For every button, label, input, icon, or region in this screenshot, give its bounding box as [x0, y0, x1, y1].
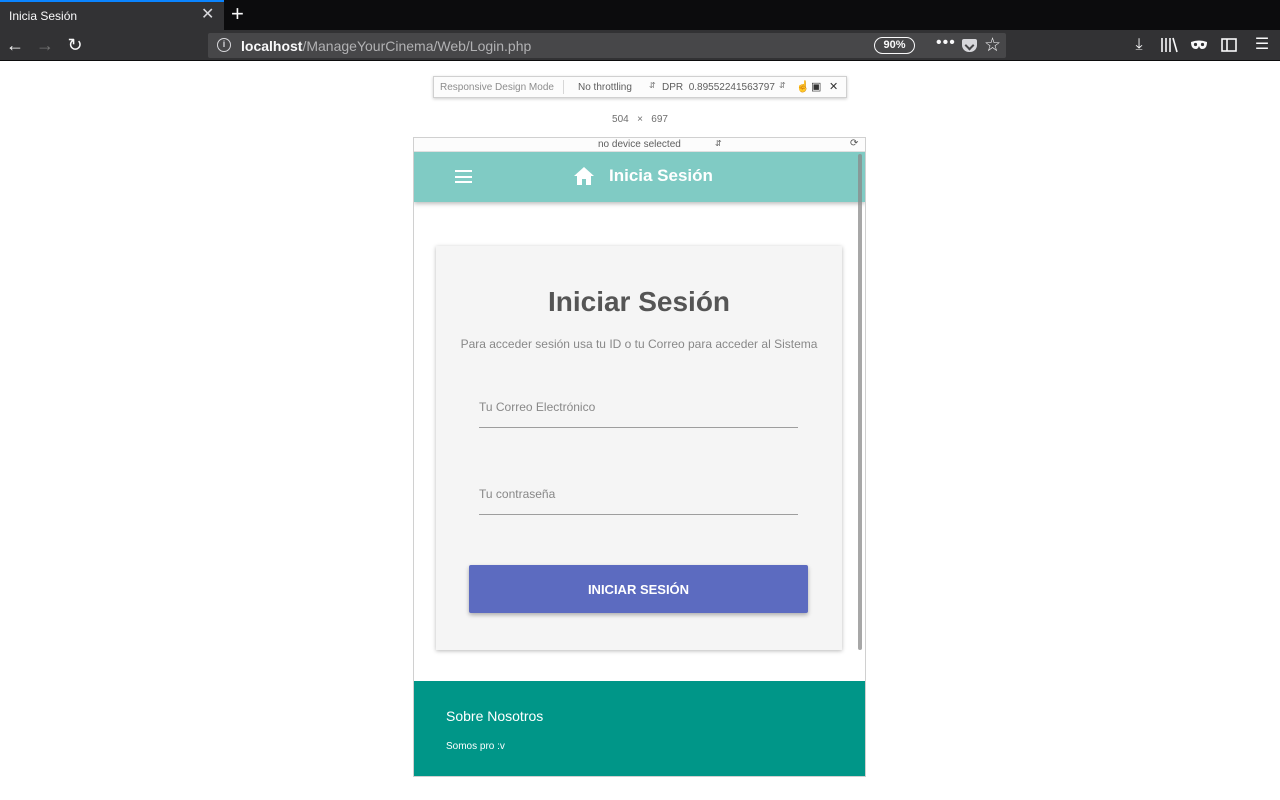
- new-tab-icon[interactable]: +: [231, 3, 244, 25]
- navigation-toolbar: ← → ↻ i localhost/ManageYourCinema/Web/L…: [0, 30, 1280, 61]
- dpr-value: 0.89552241563797: [688, 82, 775, 93]
- rdm-label: Responsive Design Mode: [440, 82, 554, 93]
- header-title: Inicia Sesión: [609, 166, 713, 185]
- password-field[interactable]: [479, 479, 798, 515]
- rdm-divider: [563, 80, 564, 94]
- login-page: Inicia Sesión Iniciar Sesión Para accede…: [414, 152, 865, 776]
- viewport-dimensions: 504 × 697: [0, 114, 1280, 125]
- viewport-width[interactable]: 504: [612, 114, 629, 125]
- throttling-arrows-icon: ⇵: [649, 81, 656, 90]
- url-text[interactable]: localhost/ManageYourCinema/Web/Login.php: [241, 38, 531, 54]
- active-tab[interactable]: Inicia Sesión ✕: [0, 0, 224, 30]
- device-select[interactable]: no device selected: [598, 139, 681, 150]
- hamburger-menu-icon[interactable]: [455, 170, 472, 183]
- footer: Sobre Nosotros Somos pro :v: [414, 681, 865, 776]
- pocket-icon[interactable]: [962, 39, 977, 52]
- dpr-arrows-icon: ⇵: [779, 81, 786, 90]
- info-icon[interactable]: i: [217, 38, 231, 52]
- app-header: Inicia Sesión: [414, 152, 865, 202]
- rotate-viewport-icon[interactable]: ⟳: [850, 138, 858, 149]
- close-tab-icon[interactable]: ✕: [201, 7, 214, 23]
- tab-title: Inicia Sesión: [9, 9, 78, 23]
- star-icon[interactable]: ☆: [984, 34, 1001, 57]
- dpr-select[interactable]: DPR 0.89552241563797: [662, 82, 775, 93]
- back-icon[interactable]: ←: [4, 34, 26, 56]
- rdm-toolbar: Responsive Design Mode No throttling ⇵ D…: [433, 76, 847, 98]
- card-title: Iniciar Sesión: [547, 286, 731, 317]
- touch-simulation-icon[interactable]: ☝: [796, 80, 810, 93]
- tab-bar: Inicia Sesión ✕ +: [0, 0, 1280, 30]
- card-subtitle: Para acceder sesión usa tu ID o tu Corre…: [460, 337, 818, 351]
- footer-title: Sobre Nosotros: [446, 708, 544, 724]
- zoom-indicator[interactable]: 90%: [874, 37, 915, 54]
- viewport-height[interactable]: 697: [651, 114, 668, 125]
- library-icon[interactable]: [1157, 33, 1181, 57]
- dpr-label: DPR: [662, 82, 684, 93]
- menu-icon[interactable]: ☰: [1250, 33, 1274, 57]
- url-path: /ManageYourCinema/Web/Login.php: [302, 38, 532, 54]
- close-rdm-icon[interactable]: ✕: [829, 80, 838, 93]
- throttling-select[interactable]: No throttling: [578, 82, 632, 93]
- viewport-times: ×: [637, 114, 643, 125]
- login-button[interactable]: INICIAR SESIÓN: [469, 565, 808, 613]
- forward-icon[interactable]: →: [34, 34, 56, 56]
- login-card: Iniciar Sesión Para acceder sesión usa t…: [436, 246, 842, 650]
- reload-icon[interactable]: ↻: [64, 34, 86, 56]
- private-mask-icon[interactable]: [1187, 33, 1211, 57]
- sidebar-icon[interactable]: [1217, 33, 1241, 57]
- page-scrollbar[interactable]: [858, 154, 862, 650]
- viewport-frame: no device selected ⇵ ⟳ Inicia Sesión Ini…: [413, 137, 866, 777]
- screenshot-icon[interactable]: ▣: [811, 80, 821, 93]
- home-icon[interactable]: [574, 167, 594, 185]
- device-arrows-icon: ⇵: [715, 139, 722, 148]
- footer-text: Somos pro :v: [446, 741, 505, 752]
- url-bar[interactable]: i localhost/ManageYourCinema/Web/Login.p…: [208, 33, 1006, 58]
- url-host: localhost: [241, 38, 303, 54]
- email-field[interactable]: [479, 392, 798, 428]
- page-actions-icon[interactable]: •••: [936, 34, 956, 52]
- password-input[interactable]: [479, 479, 798, 509]
- device-selector-bar: no device selected ⇵ ⟳: [414, 138, 865, 152]
- email-input[interactable]: [479, 392, 798, 422]
- download-icon[interactable]: ⤓: [1127, 33, 1151, 57]
